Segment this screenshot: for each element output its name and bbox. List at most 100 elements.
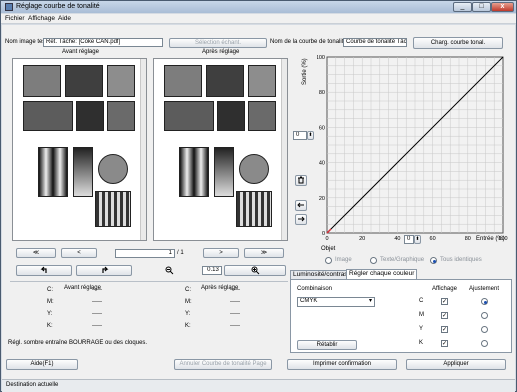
tab-each-color[interactable]: Régler chaque couleur [346, 269, 418, 279]
help-button[interactable]: Aide(F1) [6, 359, 78, 370]
density-row-after: ----- [230, 323, 240, 329]
curve-name-field[interactable]: Courbe de tonalité Tâche [343, 38, 407, 47]
x-tick-label: 40 [394, 236, 400, 242]
cancel-page-curve-button[interactable]: Annuler Courbe de tonalité Page [174, 359, 272, 370]
output-spin-button[interactable]: ⬍ [307, 131, 314, 140]
objet-all-radio[interactable] [430, 257, 437, 264]
display-label: Affichage [432, 286, 457, 292]
menu-view[interactable]: Affichage [28, 15, 55, 22]
preview-thumbnail [164, 101, 214, 131]
rotate-left-button[interactable] [16, 265, 72, 276]
select-sample-button[interactable]: Sélection échant. [169, 38, 267, 48]
menu-help[interactable]: Aide [58, 15, 71, 22]
channel-display-checkbox[interactable]: ✓ [441, 298, 448, 305]
minimize-button[interactable]: _ [453, 2, 472, 12]
preview-thumbnail [217, 101, 245, 131]
each-color-panel: Combinaison Affichage Ajustement CMYK ▾ … [290, 279, 512, 353]
application-window: Réglage courbe de tonalité _ □ x Fichier… [0, 0, 517, 392]
image-name-label: Nom image test [5, 39, 48, 45]
density-row-before: ----- [92, 287, 102, 293]
menu-file[interactable]: Fichier [5, 15, 25, 22]
y-tick-label: 40 [319, 161, 325, 167]
after-preview-title: Après réglage [202, 49, 240, 55]
first-page-button[interactable]: ≪ [16, 248, 56, 258]
input-spin-button[interactable]: ⬍ [414, 235, 421, 244]
zoom-out-icon[interactable] [165, 266, 174, 277]
preview-thumbnail [76, 101, 104, 131]
load-curve-button[interactable]: Charg. courbe tonal. [413, 37, 503, 49]
density-row-label: M: [185, 299, 192, 305]
x-tick-label: 0 [325, 236, 328, 242]
status-text: Destination actuelle [6, 382, 59, 388]
after-preview-scrollbar[interactable] [281, 59, 287, 240]
combination-value: CMYK [300, 298, 318, 304]
output-value-field[interactable]: 0 [293, 131, 307, 140]
print-confirmation-button[interactable]: Imprimer confirmation [287, 359, 397, 370]
preview-thumbnail [65, 65, 103, 97]
zoom-value-field[interactable]: 0.13 [202, 266, 222, 275]
page-number-field[interactable]: 1 [115, 249, 175, 258]
adjust-label: Ajustement [469, 286, 500, 292]
preview-thumbnail [98, 154, 128, 184]
channel-display-checkbox[interactable]: ✓ [441, 326, 448, 333]
preview-thumbnail [107, 65, 135, 97]
after-preview[interactable] [153, 58, 288, 241]
y-tick-label: 80 [319, 90, 325, 96]
title-bar: Réglage courbe de tonalité _ □ x [1, 1, 516, 13]
preview-thumbnail [38, 147, 68, 197]
density-row-label: Y: [185, 311, 191, 317]
arrow-left-icon [297, 202, 304, 208]
channel-adjust-radio[interactable] [481, 340, 488, 347]
move-point-right-button[interactable] [295, 214, 307, 225]
density-row-before: ----- [92, 311, 102, 317]
app-icon [5, 3, 13, 11]
rotate-right-button[interactable] [76, 265, 132, 276]
channel-display-checkbox[interactable]: ✓ [441, 312, 448, 319]
rotate-right-icon [101, 266, 108, 273]
preview-thumbnail [164, 65, 202, 97]
density-row-after: ----- [230, 287, 240, 293]
reset-button[interactable]: Rétablir [297, 340, 357, 350]
next-page-button[interactable]: > [203, 248, 239, 258]
close-button[interactable]: x [491, 2, 514, 12]
y-tick-label: 60 [319, 125, 325, 131]
density-row-label: K: [185, 323, 191, 329]
move-point-left-button[interactable] [295, 200, 307, 211]
curve-name-label: Nom de la courbe de tonalité [270, 39, 347, 45]
before-preview[interactable] [12, 58, 147, 241]
prev-page-button[interactable]: < [61, 248, 97, 258]
before-preview-scrollbar[interactable] [140, 59, 146, 240]
maximize-button[interactable]: □ [472, 2, 491, 12]
zoom-in-button[interactable] [224, 265, 286, 276]
window-title: Réglage courbe de tonalité [16, 3, 100, 10]
preview-thumbnail [107, 101, 135, 131]
last-page-button[interactable]: ≫ [244, 248, 284, 258]
density-row-label: C: [185, 287, 191, 293]
objet-text-radio[interactable] [370, 257, 377, 264]
zoom-in-icon [251, 266, 259, 275]
y-tick-label: 20 [319, 196, 325, 202]
main-panel: Nom image test Ret. Tâche: [Coke CAN.pdf… [2, 25, 515, 379]
objet-title: Objet [321, 246, 336, 252]
channel-adjust-radio[interactable] [481, 312, 488, 319]
tone-curve-graph[interactable]: 1008060402000 20 40 60 80 100 [317, 52, 517, 242]
density-row-after: ----- [230, 299, 240, 305]
channel-adjust-radio[interactable] [481, 326, 488, 333]
delete-point-button[interactable] [295, 175, 307, 186]
page-total: / 1 [177, 250, 184, 256]
input-value-field[interactable]: 0 [404, 235, 414, 244]
channel-display-checkbox[interactable]: ✓ [441, 340, 448, 347]
density-row-after: ----- [230, 311, 240, 317]
x-tick-label: 60 [430, 236, 436, 242]
image-name-field: Ret. Tâche: [Coke CAN.pdf] [43, 38, 163, 47]
apply-button[interactable]: Appliquer [406, 359, 506, 370]
y-axis-title: Sortie (%) [302, 58, 308, 85]
combination-select[interactable]: CMYK ▾ [297, 297, 375, 307]
density-row-before: ----- [92, 323, 102, 329]
channel-adjust-radio[interactable] [481, 298, 488, 305]
x-tick-label: 20 [359, 236, 365, 242]
objet-image-radio[interactable] [325, 257, 332, 264]
divider [10, 281, 288, 282]
trash-icon [298, 176, 304, 184]
preview-thumbnail [179, 147, 209, 197]
